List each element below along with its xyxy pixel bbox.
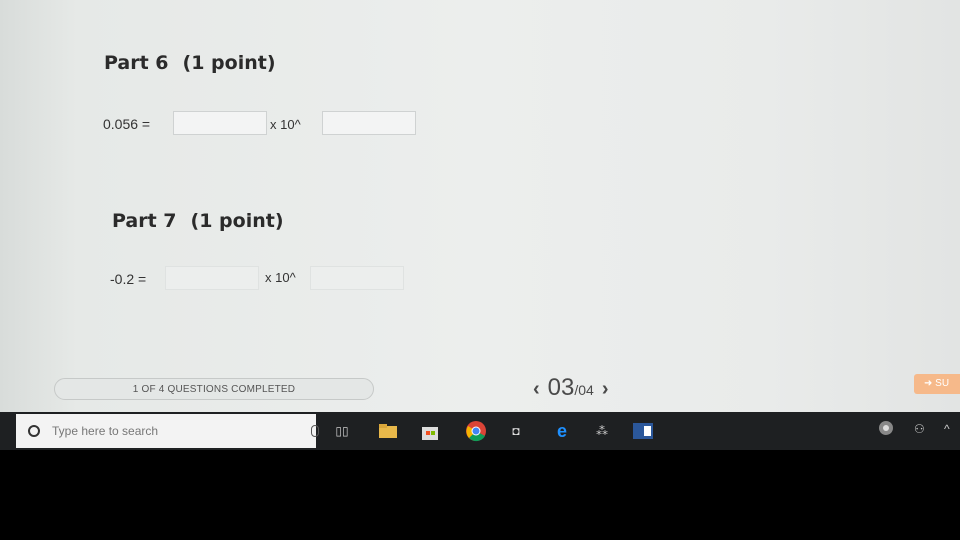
task-view-icon[interactable]: ▯▯ bbox=[334, 421, 350, 441]
search-placeholder: Type here to search bbox=[52, 424, 159, 438]
page-total: /04 bbox=[574, 382, 594, 398]
tray-chrome-icon[interactable] bbox=[878, 420, 894, 439]
progress-text: 1 OF 4 QUESTIONS COMPLETED bbox=[132, 384, 296, 395]
part-7-exponent-input[interactable] bbox=[310, 266, 404, 290]
chevron-right-icon[interactable]: › bbox=[594, 378, 617, 401]
microphone-icon[interactable] bbox=[311, 425, 319, 437]
part-7-mantissa-input[interactable] bbox=[165, 266, 259, 290]
chevron-left-icon[interactable]: ‹ bbox=[525, 378, 548, 401]
progress-bar: 1 OF 4 QUESTIONS COMPLETED bbox=[54, 378, 374, 400]
people-icon[interactable]: ⚇ bbox=[914, 422, 925, 436]
submit-label: SU bbox=[935, 378, 950, 389]
page-current: 03 bbox=[547, 374, 575, 401]
edge-icon[interactable]: e bbox=[552, 421, 572, 441]
part-6-label: Part 6 bbox=[104, 52, 169, 74]
part-7-points: (1 point) bbox=[190, 210, 284, 232]
part-7-multiplier: x 10^ bbox=[265, 270, 296, 285]
chevron-up-icon[interactable]: ^ bbox=[944, 422, 950, 436]
part-6-points: (1 point) bbox=[182, 52, 276, 74]
part-6-exponent-input[interactable] bbox=[322, 111, 416, 135]
pagination: ‹ 03 /04 › bbox=[525, 374, 617, 402]
part-6-title: Part 6 (1 point) bbox=[104, 52, 276, 74]
part-6-mantissa-input[interactable] bbox=[173, 111, 267, 135]
part-6-equation: 0.056 = bbox=[103, 116, 151, 132]
quiz-page: Part 6 (1 point) 0.056 = x 10^ Part 7 (1 p… bbox=[0, 0, 960, 412]
file-explorer-icon[interactable] bbox=[378, 421, 398, 441]
part-7-label: Part 7 bbox=[112, 210, 177, 232]
store-icon[interactable] bbox=[420, 421, 440, 441]
part-7-title: Part 7 (1 point) bbox=[112, 210, 284, 232]
cortana-circle-icon bbox=[28, 425, 40, 437]
taskbar: Type here to search ▯▯ ◘ e ⁂ ⚇ ^ bbox=[0, 412, 960, 450]
taskbar-search[interactable]: Type here to search bbox=[16, 414, 319, 448]
chrome-icon[interactable] bbox=[464, 421, 488, 442]
part-6-multiplier: x 10^ bbox=[270, 117, 301, 132]
part-7-equation: -0.2 = bbox=[110, 271, 147, 287]
media-player-icon[interactable]: ◘ bbox=[508, 421, 524, 441]
word-icon[interactable] bbox=[632, 421, 654, 441]
submit-button[interactable]: ➜ SU bbox=[914, 374, 960, 394]
app-icon[interactable]: ⁂ bbox=[594, 421, 610, 441]
